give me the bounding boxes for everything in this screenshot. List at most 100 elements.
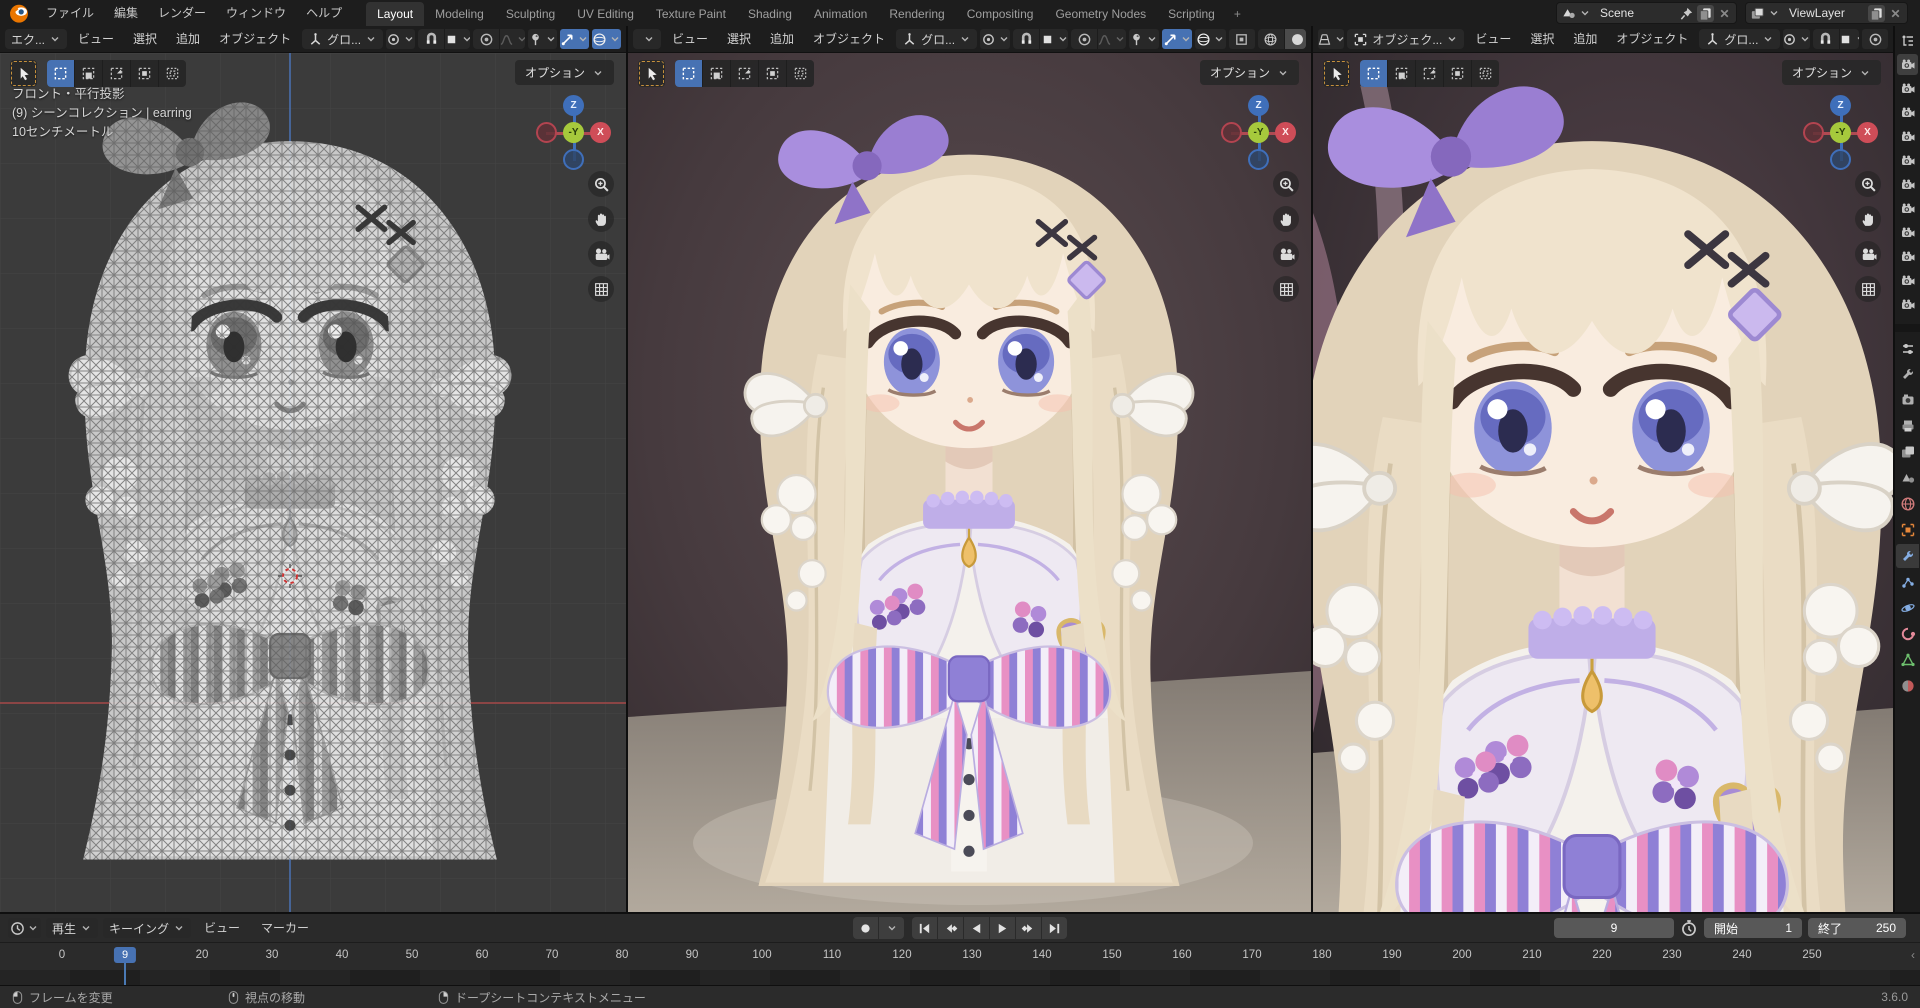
pan-button[interactable] [1855, 206, 1881, 232]
perspective-toggle-button[interactable] [1855, 276, 1881, 302]
blender-logo-icon[interactable] [8, 2, 30, 24]
viewport-middle-canvas[interactable]: オプション Z X -Y [628, 53, 1311, 913]
properties-tab-material[interactable] [1896, 674, 1919, 698]
gizmo-axis-negz[interactable] [1830, 149, 1851, 170]
properties-tab-modifiers[interactable] [1896, 544, 1919, 568]
properties-tab-data[interactable] [1896, 648, 1919, 672]
overlays-toggle[interactable] [1195, 29, 1226, 49]
camera-view-button[interactable] [1273, 241, 1299, 267]
scroll-arrow-icon[interactable]: ‹ [1911, 948, 1915, 962]
workspace-tab-compositing[interactable]: Compositing [956, 2, 1045, 26]
zoom-button[interactable] [1855, 171, 1881, 197]
view-menu[interactable]: ビュー [70, 26, 122, 52]
shading-solid-button[interactable] [1284, 29, 1307, 49]
snap-magnet-button[interactable] [1013, 29, 1041, 49]
gizmo-axis-negz[interactable] [1248, 149, 1269, 170]
options-button[interactable]: オプション [1781, 60, 1881, 85]
proportional-edit-button[interactable] [473, 29, 500, 49]
new-scene-icon[interactable] [1697, 4, 1714, 22]
editor-type-button[interactable] [1318, 29, 1345, 49]
select-mode-intersect[interactable] [787, 60, 814, 87]
timeline-marker-menu[interactable]: マーカー [253, 915, 317, 941]
outliner-camera-row[interactable] [1897, 222, 1918, 243]
outliner-camera-row[interactable] [1897, 294, 1918, 315]
outliner-camera-row[interactable] [1897, 246, 1918, 267]
navigation-gizmo[interactable]: Z X -Y [536, 95, 612, 171]
select-mode-invert[interactable] [759, 60, 787, 87]
pivot-point-button[interactable] [1783, 29, 1810, 49]
select-mode-intersect[interactable] [159, 60, 186, 87]
active-tool-select-box[interactable] [638, 60, 665, 87]
viewport-right-canvas[interactable]: オプション Z X -Y [1313, 53, 1893, 913]
add-menu[interactable]: 追加 [168, 26, 208, 52]
pivot-point-button[interactable] [386, 29, 416, 49]
menu-file[interactable]: ファイル [36, 0, 104, 26]
timeline-view-menu[interactable]: ビュー [196, 915, 248, 941]
gizmo-axis-negy[interactable]: -Y [1830, 122, 1851, 143]
gizmo-axis-z[interactable]: Z [1830, 95, 1851, 116]
viewport-left-canvas[interactable]: フロント・平行投影 (9) シーンコレクション | earring 10センチメ… [0, 53, 626, 913]
play-button[interactable] [990, 917, 1016, 939]
view-layer-selector[interactable]: ViewLayer [1745, 2, 1908, 24]
pan-button[interactable] [1273, 206, 1299, 232]
navigation-gizmo[interactable]: Z X -Y [1803, 95, 1879, 171]
perspective-toggle-button[interactable] [588, 276, 614, 302]
select-mode-invert[interactable] [1444, 60, 1472, 87]
outliner-camera-row[interactable] [1897, 102, 1918, 123]
properties-tab-object[interactable] [1896, 518, 1919, 542]
show-gizmo-dropdown[interactable] [527, 29, 557, 49]
gizmos-toggle[interactable] [1162, 29, 1193, 49]
workspace-tab-texture-paint[interactable]: Texture Paint [645, 2, 737, 26]
start-frame-field[interactable]: 開始 1 [1704, 918, 1802, 938]
playhead-line[interactable] [124, 961, 126, 985]
camera-view-button[interactable] [1855, 241, 1881, 267]
area-divider[interactable] [1895, 324, 1920, 332]
gizmo-axis-negx[interactable] [1221, 122, 1242, 143]
add-menu[interactable]: 追加 [762, 26, 802, 52]
outliner-camera-row[interactable] [1897, 198, 1918, 219]
zoom-button[interactable] [588, 171, 614, 197]
select-menu[interactable]: 選択 [125, 26, 165, 52]
properties-tab-tool[interactable] [1896, 362, 1919, 386]
options-button[interactable]: オプション [1199, 60, 1299, 85]
xray-toggle[interactable] [1228, 29, 1255, 49]
new-layer-icon[interactable] [1868, 4, 1885, 22]
keying-menu[interactable]: キーイング [103, 918, 192, 938]
gizmo-axis-x[interactable]: X [1857, 122, 1878, 143]
timeline-editor-type-button[interactable] [8, 918, 41, 938]
workspace-tab-uv-editing[interactable]: UV Editing [566, 2, 645, 26]
scene-name[interactable]: Scene [1594, 6, 1676, 20]
menu-help[interactable]: ヘルプ [296, 0, 352, 26]
current-frame-badge[interactable]: 9 [113, 947, 137, 963]
preview-range-stopwatch-icon[interactable] [1680, 919, 1698, 937]
outliner-camera-row[interactable] [1897, 126, 1918, 147]
workspace-tab-layout[interactable]: Layout [366, 2, 425, 26]
menu-window[interactable]: ウィンドウ [216, 0, 296, 26]
transform-orientation[interactable]: グロ... [1699, 29, 1781, 49]
properties-tab-output[interactable] [1896, 414, 1919, 438]
select-menu[interactable]: 選択 [719, 26, 759, 52]
outliner-camera-row[interactable] [1897, 78, 1918, 99]
auto-keyframe-button[interactable] [853, 917, 879, 939]
select-mode-intersect[interactable] [1472, 60, 1499, 87]
properties-tab-render[interactable] [1896, 388, 1919, 412]
properties-tab-constraints[interactable] [1896, 622, 1919, 646]
snap-target-button[interactable] [1840, 29, 1859, 49]
gizmo-axis-negx[interactable] [536, 122, 557, 143]
select-mode-extend[interactable] [703, 60, 731, 87]
gizmo-axis-negx[interactable] [1803, 122, 1824, 143]
playback-menu[interactable]: 再生 [46, 918, 99, 938]
show-gizmo-dropdown[interactable] [1128, 29, 1160, 49]
camera-view-button[interactable] [588, 241, 614, 267]
select-mode-invert[interactable] [131, 60, 159, 87]
workspace-tab-animation[interactable]: Animation [803, 2, 878, 26]
select-mode-extend[interactable] [1388, 60, 1416, 87]
object-menu[interactable]: オブジェクト [211, 26, 299, 52]
menu-edit[interactable]: 編集 [104, 0, 148, 26]
falloff-button[interactable] [500, 29, 525, 49]
scene-selector[interactable]: Scene [1556, 2, 1737, 24]
gizmo-axis-negz[interactable] [563, 149, 584, 170]
gizmo-axis-negy[interactable]: -Y [1248, 122, 1269, 143]
pin-icon[interactable] [1679, 6, 1694, 21]
select-mode-new[interactable] [675, 60, 703, 87]
